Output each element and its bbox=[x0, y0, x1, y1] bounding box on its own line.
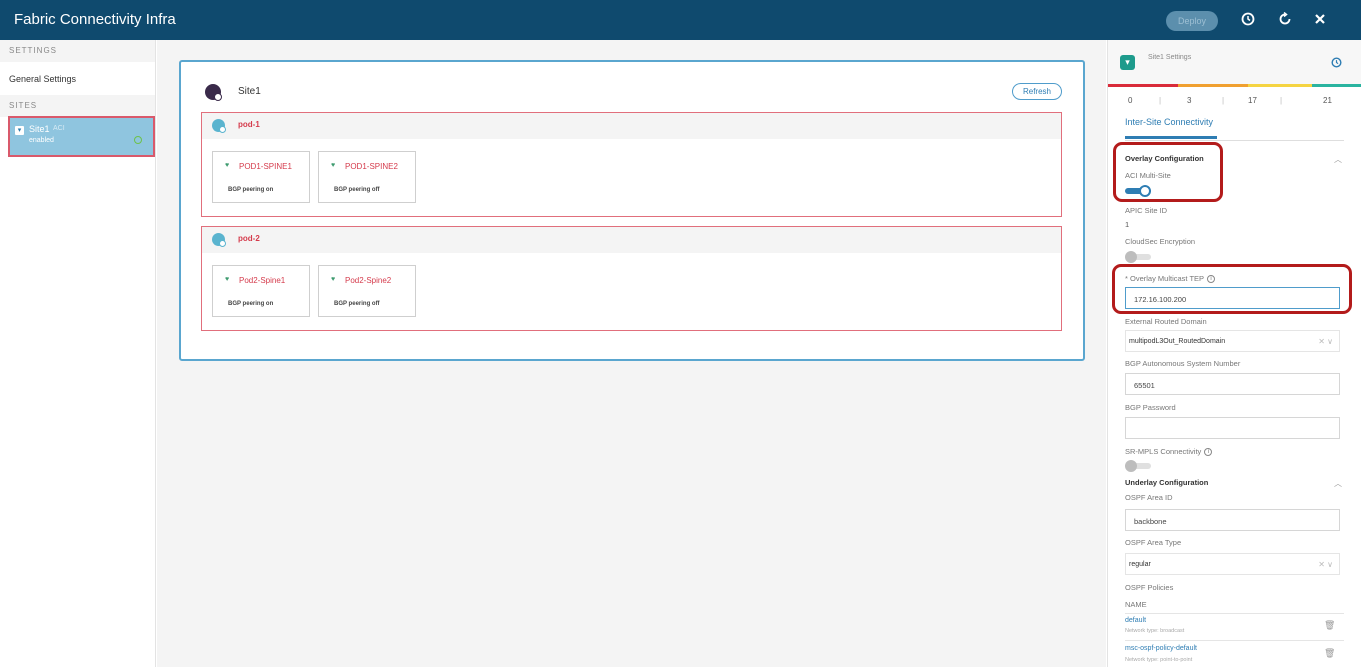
counter-major: 3 bbox=[1187, 96, 1192, 105]
highlight-box-overlay bbox=[1113, 142, 1223, 202]
settings-section-heading: SETTINGS bbox=[0, 40, 155, 62]
pod-icon bbox=[212, 119, 226, 133]
ospf-policy-name[interactable]: msc-ospf-policy-default bbox=[1125, 645, 1197, 652]
ospf-area-id-input[interactable]: backbone bbox=[1125, 509, 1340, 531]
site-card-title: Site1 bbox=[238, 86, 261, 97]
ospf-area-type-select[interactable]: regular ✕ ∨ bbox=[1125, 553, 1340, 575]
srmpls-label-text: SR-MPLS Connectivity bbox=[1125, 447, 1202, 456]
spine-name: POD1-SPINE1 bbox=[239, 162, 292, 171]
site-icon: ▾ bbox=[15, 126, 24, 135]
history-icon[interactable] bbox=[1240, 12, 1256, 28]
bgp-peering-status: BGP peering on bbox=[228, 187, 274, 193]
sidebar-item-site1[interactable]: ▾ Site1 ACI enabled bbox=[8, 116, 155, 157]
cloudsec-encryption-toggle[interactable] bbox=[1125, 251, 1153, 263]
bgp-peering-status: BGP peering on bbox=[228, 301, 274, 307]
spine-card[interactable]: ♥ POD1-SPINE2 BGP peering off bbox=[318, 151, 416, 203]
spine-card[interactable]: ♥ Pod2-Spine2 BGP peering off bbox=[318, 265, 416, 317]
chevron-up-icon[interactable]: ︿ bbox=[1334, 154, 1342, 165]
ospf-area-type-value: regular bbox=[1129, 561, 1151, 568]
site-avatar-icon bbox=[205, 84, 222, 101]
refresh-button[interactable]: Refresh bbox=[1012, 83, 1062, 100]
ospf-area-type-label: OSPF Area Type bbox=[1125, 538, 1182, 547]
apic-site-id-label: APIC Site ID bbox=[1125, 206, 1168, 215]
srmpls-toggle[interactable] bbox=[1125, 460, 1153, 472]
site-settings-panel: ▾ Site1 Settings 0 | 3 | 17 | 21 Inter-S… bbox=[1107, 40, 1361, 667]
sidebar-item-general-settings[interactable]: General Settings bbox=[0, 62, 155, 95]
counter-warning: 21 bbox=[1323, 96, 1332, 105]
ospf-policy-type: Network type: broadcast bbox=[1125, 628, 1185, 634]
bgp-asn-label: BGP Autonomous System Number bbox=[1125, 359, 1241, 368]
info-icon[interactable]: i bbox=[1204, 448, 1213, 457]
site-name: Site1 bbox=[29, 124, 50, 134]
spine-name: POD1-SPINE2 bbox=[345, 162, 398, 171]
chevron-up-icon[interactable]: ︿ bbox=[1334, 478, 1342, 489]
spine-status-icon: ♥ bbox=[225, 162, 230, 169]
pod-header: pod-2 bbox=[202, 227, 1061, 253]
clear-and-chevron-icons[interactable]: ✕ ∨ bbox=[1318, 560, 1333, 569]
deploy-button[interactable]: Deploy bbox=[1166, 11, 1218, 31]
pod-header: pod-1 bbox=[202, 113, 1061, 139]
spine-name: Pod2-Spine2 bbox=[345, 276, 392, 285]
spine-name: Pod2-Spine1 bbox=[239, 276, 286, 285]
app-title: Fabric Connectivity Infra bbox=[14, 11, 176, 28]
site-status: enabled bbox=[29, 137, 54, 144]
fault-color-bar-warning bbox=[1312, 84, 1361, 87]
top-bar: Fabric Connectivity Infra Deploy bbox=[0, 0, 1361, 40]
bgp-asn-input[interactable]: 65501 bbox=[1125, 373, 1340, 395]
name-column-header: NAME bbox=[1125, 600, 1147, 609]
pod-card: pod-2 ♥ Pod2-Spine1 BGP peering on ♥ Pod… bbox=[201, 226, 1062, 331]
sites-section-heading: SITES bbox=[0, 95, 155, 117]
spine-status-icon: ♥ bbox=[331, 162, 336, 169]
ospf-policies-label: OSPF Policies bbox=[1125, 583, 1174, 592]
srmpls-label: SR-MPLS Connectivity i bbox=[1125, 447, 1213, 457]
spine-status-icon: ♥ bbox=[225, 276, 230, 283]
spine-status-icon: ♥ bbox=[331, 276, 336, 283]
external-routed-domain-select[interactable]: multipodL3Out_RoutedDomain ✕ ∨ bbox=[1125, 330, 1340, 352]
fault-color-bar-major bbox=[1178, 84, 1248, 87]
trash-icon[interactable]: 🗑 bbox=[1324, 620, 1335, 631]
counter-critical: 0 bbox=[1128, 96, 1133, 105]
ospf-area-id-label: OSPF Area ID bbox=[1125, 493, 1173, 502]
external-routed-domain-label: External Routed Domain bbox=[1125, 317, 1207, 326]
spine-card[interactable]: ♥ POD1-SPINE1 BGP peering on bbox=[212, 151, 310, 203]
shield-icon: ▾ bbox=[1120, 55, 1135, 70]
close-icon[interactable] bbox=[1312, 12, 1328, 28]
apic-site-id-value: 1 bbox=[1125, 220, 1130, 229]
pod-name: pod-1 bbox=[238, 120, 260, 129]
highlight-box-multicast-tep bbox=[1112, 264, 1352, 314]
cloudsec-encryption-label: CloudSec Encryption bbox=[1125, 237, 1196, 246]
status-indicator-icon bbox=[134, 136, 142, 144]
spine-card[interactable]: ♥ Pod2-Spine1 BGP peering on bbox=[212, 265, 310, 317]
panel-header: ▾ Site1 Settings bbox=[1108, 40, 1361, 85]
site-type-tag: ACI bbox=[53, 125, 65, 132]
sidebar: SETTINGS General Settings SITES ▾ Site1 … bbox=[0, 40, 156, 667]
bgp-peering-status: BGP peering off bbox=[334, 301, 380, 307]
pod-card: pod-1 ♥ POD1-SPINE1 BGP peering on ♥ POD… bbox=[201, 112, 1062, 217]
counter-separator: | bbox=[1159, 96, 1162, 105]
active-tab-indicator bbox=[1125, 136, 1217, 139]
bgp-password-label: BGP Password bbox=[1125, 403, 1176, 412]
counter-minor: 17 bbox=[1248, 96, 1257, 105]
row-divider bbox=[1125, 613, 1344, 614]
history-icon[interactable] bbox=[1331, 57, 1342, 71]
external-routed-domain-value: multipodL3Out_RoutedDomain bbox=[1129, 338, 1226, 345]
pod-name: pod-2 bbox=[238, 234, 260, 243]
panel-title: Site1 Settings bbox=[1148, 54, 1192, 61]
bgp-password-input[interactable] bbox=[1125, 417, 1340, 439]
trash-icon[interactable]: 🗑 bbox=[1324, 648, 1335, 659]
fault-color-bar-minor bbox=[1248, 84, 1312, 87]
underlay-configuration-heading: Underlay Configuration bbox=[1125, 478, 1209, 487]
ospf-policy-name[interactable]: default bbox=[1125, 617, 1146, 624]
clear-and-chevron-icons[interactable]: ✕ ∨ bbox=[1318, 337, 1333, 346]
pod-icon bbox=[212, 233, 226, 247]
tab-divider bbox=[1125, 140, 1344, 141]
row-divider bbox=[1125, 640, 1344, 641]
counter-separator: | bbox=[1222, 96, 1225, 105]
bgp-peering-status: BGP peering off bbox=[334, 187, 380, 193]
ospf-policy-type: Network type: point-to-point bbox=[1125, 657, 1193, 663]
counter-separator: | bbox=[1280, 96, 1283, 105]
tab-inter-site-connectivity[interactable]: Inter-Site Connectivity bbox=[1125, 117, 1213, 127]
fault-color-bar-critical bbox=[1108, 84, 1178, 87]
refresh-icon[interactable] bbox=[1277, 11, 1293, 28]
